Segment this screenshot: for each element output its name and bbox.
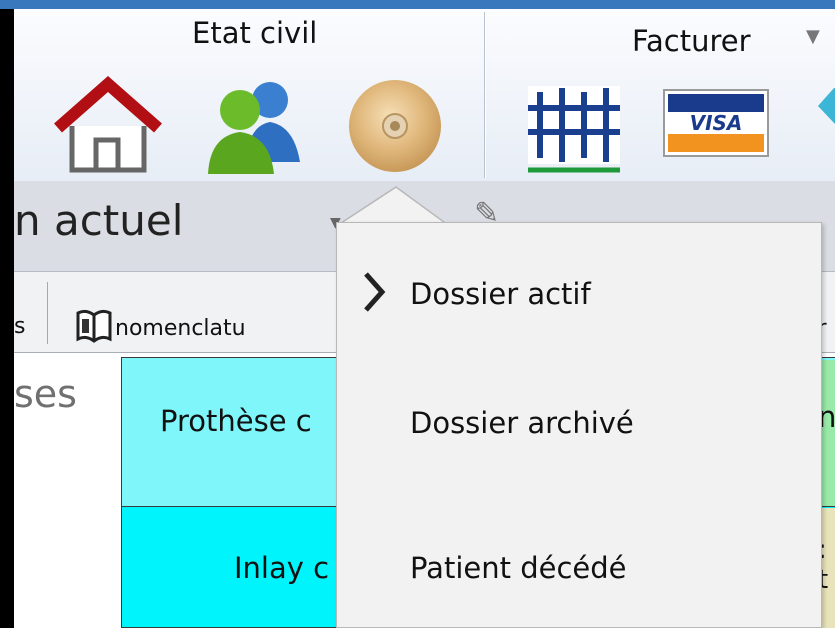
- chevron-right-icon: [364, 272, 386, 312]
- diamond-icon[interactable]: [816, 86, 835, 126]
- facturer-dropdown-icon[interactable]: ▼: [806, 26, 820, 47]
- table-row-label: Inlay c: [234, 551, 330, 585]
- tab-nomenclature[interactable]: nomenclatu: [115, 316, 246, 341]
- menu-item-patient-decede[interactable]: Patient décédé: [410, 551, 626, 585]
- disc-icon[interactable]: [338, 76, 452, 180]
- users-icon[interactable]: [196, 76, 306, 176]
- home-icon[interactable]: [52, 76, 164, 174]
- ribbon-divider-highlight: [485, 12, 486, 178]
- table-row-label: Prothèse c: [160, 404, 312, 438]
- tab-separator: [47, 282, 48, 344]
- tab-left-fragment[interactable]: s: [14, 314, 25, 339]
- menu-item-dossier-archive[interactable]: Dossier archivé: [410, 406, 634, 440]
- content-left-fragment: ses: [14, 372, 77, 416]
- visa-card-icon[interactable]: VISA: [662, 88, 770, 158]
- book-icon: [76, 309, 112, 343]
- insurance-icon[interactable]: [522, 78, 626, 176]
- window-title-strip: [0, 0, 835, 9]
- visa-text: VISA: [690, 111, 743, 135]
- menu-pointer: [338, 186, 448, 225]
- group-label-etat-civil: Etat civil: [192, 16, 318, 50]
- section-title: n actuel: [14, 196, 184, 245]
- menu-item-dossier-actif[interactable]: Dossier actif: [410, 277, 591, 311]
- group-label-facturer[interactable]: Facturer: [632, 24, 751, 58]
